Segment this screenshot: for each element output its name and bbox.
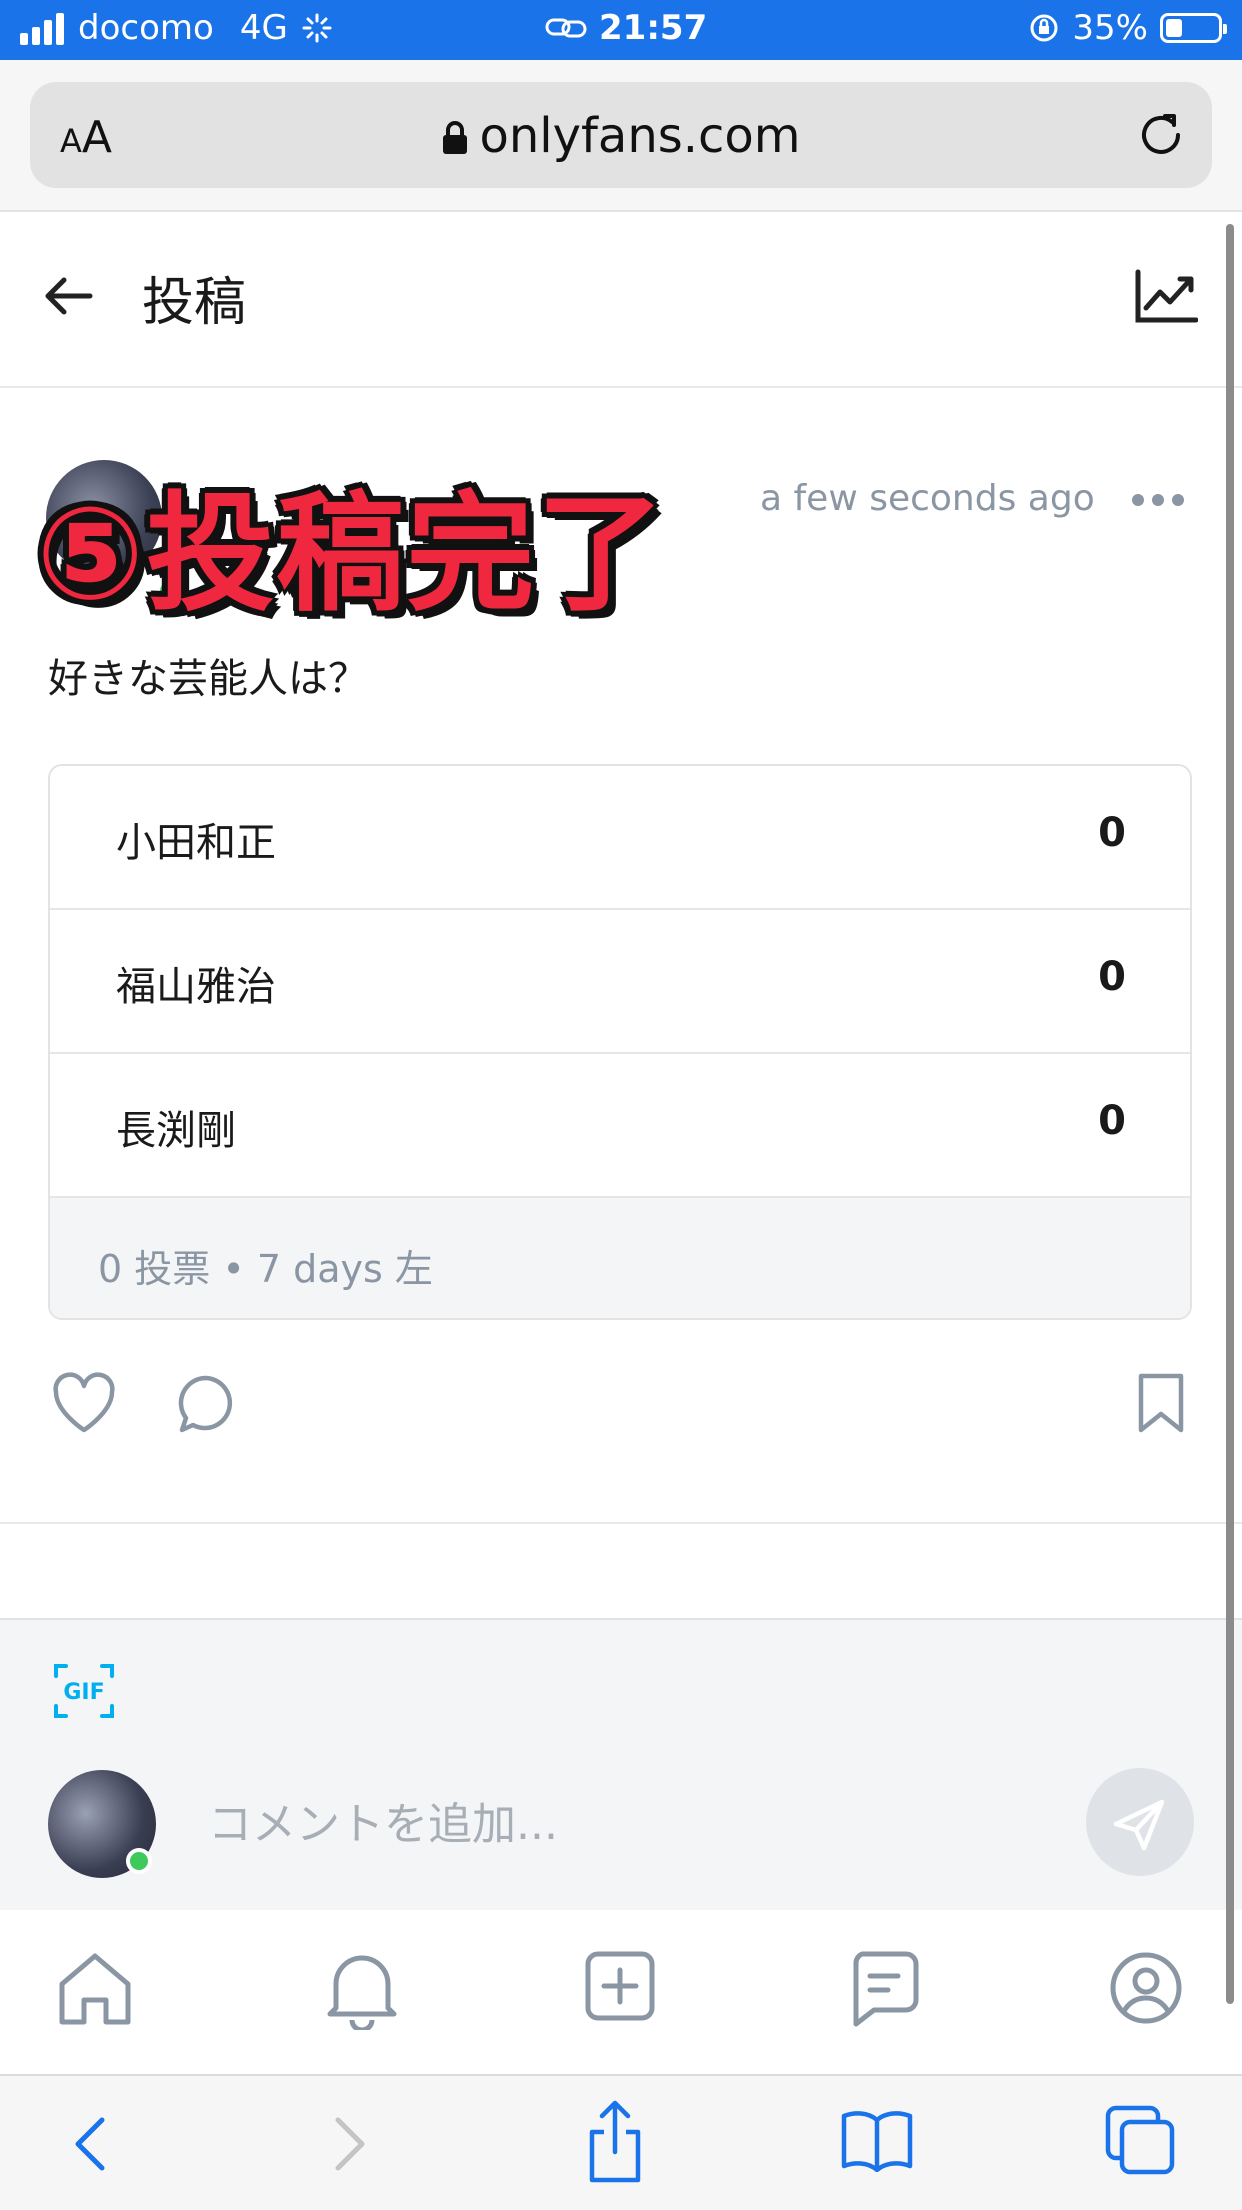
poll-question: 好きな芸能人は？	[48, 656, 368, 702]
share-icon[interactable]	[584, 2098, 646, 2184]
comment-composer: GIF コメントを追加...	[0, 1618, 1242, 1912]
poll-card: 小田和正 0 福山雅治 0 長渕剛 0 0 投票 • 7 days 左	[48, 764, 1192, 1320]
tabs-icon[interactable]	[1104, 2104, 1178, 2176]
poll-option-label: 小田和正	[116, 820, 276, 866]
poll-option-count: 0	[1098, 810, 1126, 856]
notifications-bell-icon[interactable]	[324, 1950, 400, 2030]
poll-option[interactable]: 福山雅治 0	[50, 910, 1190, 1054]
bookmark-icon[interactable]	[1136, 1372, 1186, 1434]
more-options-icon[interactable]	[1132, 494, 1184, 506]
orientation-lock-icon	[1030, 14, 1058, 42]
poll-option-count: 0	[1098, 954, 1126, 1000]
comment-bubble-icon[interactable]	[174, 1372, 236, 1436]
app-bottom-nav	[0, 1910, 1242, 2074]
like-heart-icon[interactable]	[50, 1372, 118, 1436]
back-arrow-icon[interactable]	[40, 268, 96, 324]
page-scrollbar[interactable]	[1226, 224, 1234, 2004]
url-text: onlyfans.com	[479, 108, 801, 164]
battery-icon	[1160, 13, 1227, 43]
gif-icon[interactable]: GIF	[52, 1662, 116, 1720]
link-icon	[545, 18, 587, 38]
reload-icon[interactable]	[1134, 108, 1188, 162]
status-left: docomo 4G	[20, 8, 332, 48]
poll-option-count: 0	[1098, 1098, 1126, 1144]
page-title: 投稿	[142, 273, 247, 333]
statistics-icon[interactable]	[1134, 268, 1198, 324]
status-right: 35%	[1028, 8, 1227, 48]
section-divider	[0, 1522, 1242, 1524]
status-center: 21:57	[545, 8, 707, 48]
bookmarks-book-icon[interactable]	[840, 2108, 914, 2172]
poll-summary: 0 投票 • 7 days 左	[98, 1247, 433, 1291]
online-indicator	[126, 1848, 152, 1874]
post-timestamp[interactable]: a few seconds ago	[760, 478, 1095, 519]
page-header: 投稿	[0, 212, 1242, 388]
new-post-icon[interactable]	[584, 1950, 656, 2022]
browser-back-icon[interactable]	[70, 2114, 110, 2174]
clock: 21:57	[599, 8, 708, 48]
browser-forward-icon[interactable]	[330, 2114, 370, 2174]
browser-address-area: AA onlyfans.com	[0, 60, 1242, 212]
url-display[interactable]: onlyfans.com	[30, 108, 1212, 164]
home-icon[interactable]	[54, 1950, 136, 2028]
signal-icon	[20, 11, 64, 45]
send-button[interactable]	[1086, 1768, 1194, 1876]
activity-spinner-icon	[302, 13, 332, 43]
lock-icon	[443, 121, 468, 154]
network-label: 4G	[239, 8, 288, 48]
send-plane-icon	[1113, 1799, 1165, 1851]
svg-text:GIF: GIF	[63, 1680, 104, 1705]
poll-option[interactable]: 小田和正 0	[50, 766, 1190, 910]
browser-toolbar	[0, 2074, 1242, 2210]
messages-icon[interactable]	[848, 1950, 920, 2030]
poll-option-label: 福山雅治	[116, 964, 276, 1010]
poll-option[interactable]: 長渕剛 0	[50, 1054, 1190, 1198]
status-bar: docomo 4G 21:57 35%	[0, 0, 1242, 60]
profile-icon[interactable]	[1108, 1950, 1184, 2026]
address-bar[interactable]: AA onlyfans.com	[30, 82, 1212, 188]
poll-footer: 0 投票 • 7 days 左	[50, 1198, 1190, 1318]
battery-percent: 35%	[1072, 8, 1148, 48]
carrier-label: docomo	[78, 8, 214, 48]
annotation-overlay: ⑤投稿完了	[36, 480, 667, 629]
poll-option-label: 長渕剛	[116, 1108, 236, 1154]
comment-input[interactable]: コメントを追加...	[208, 1788, 558, 1852]
